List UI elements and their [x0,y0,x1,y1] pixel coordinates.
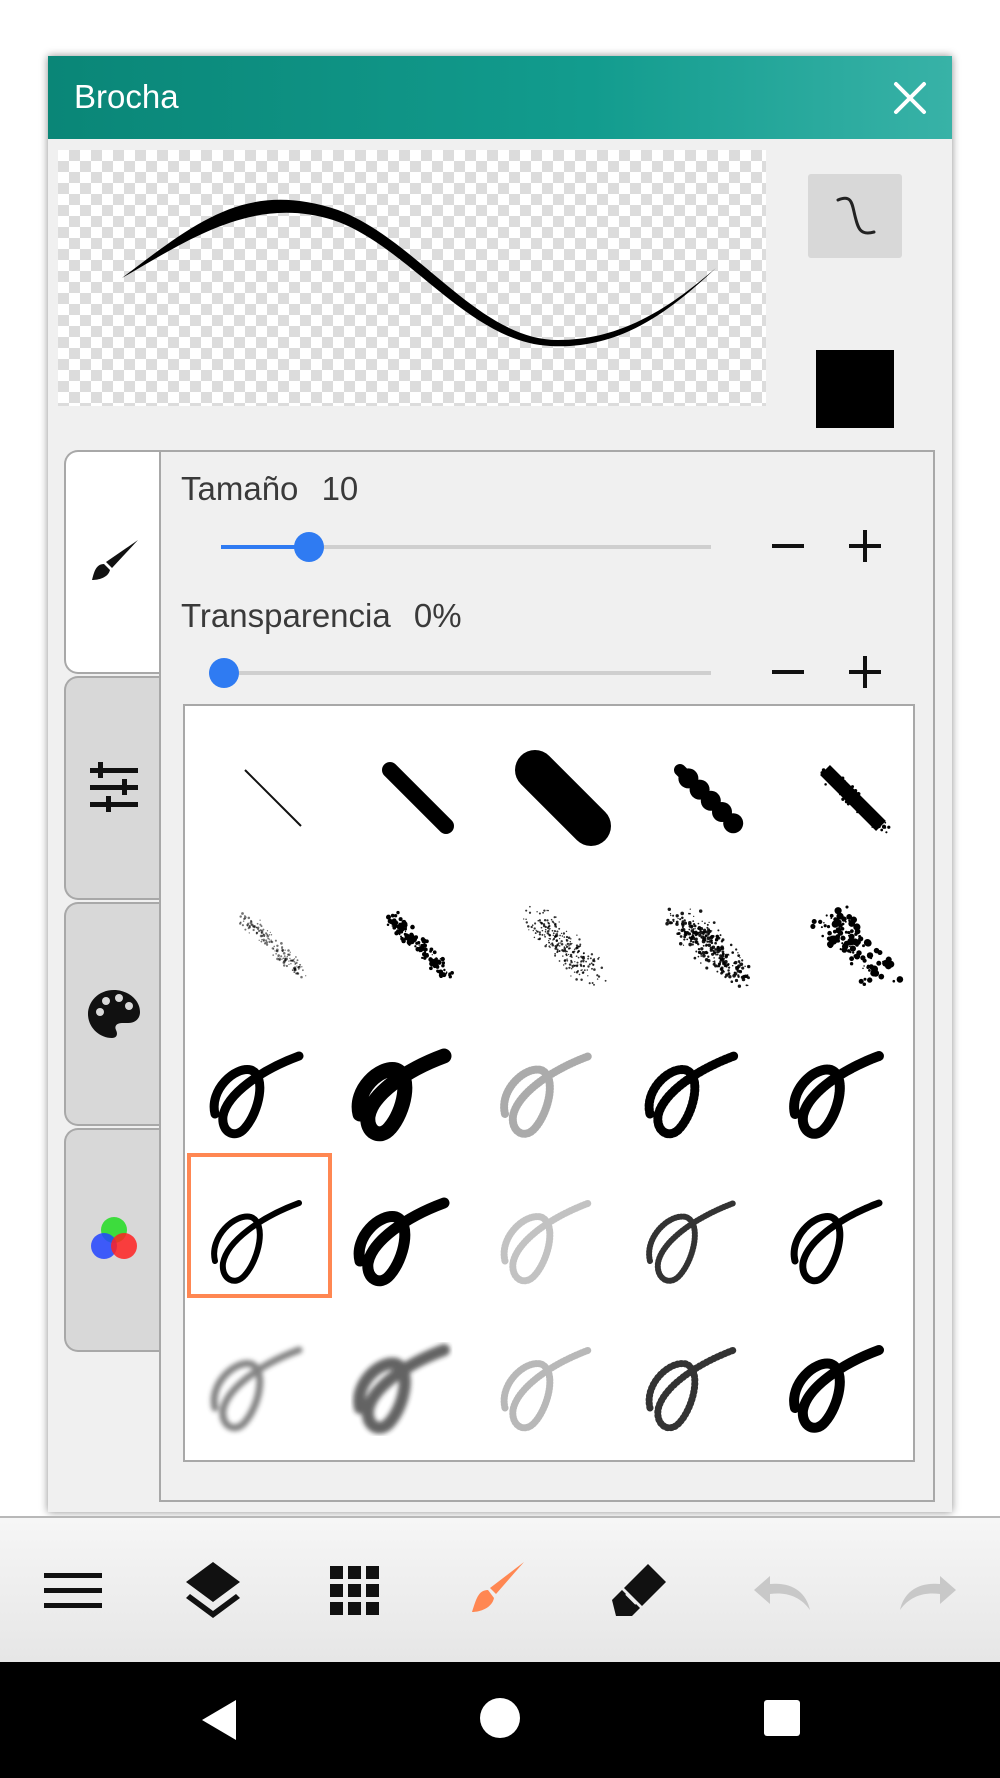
brush-preset-cell[interactable] [622,712,767,857]
brush-stroke-sample [790,1199,883,1285]
brush-stroke-sample [789,1051,884,1139]
dialog-title: Brocha [74,78,179,115]
transparency-slider-track [209,671,711,675]
brush-stroke-sample [353,1344,450,1434]
brush-stroke-sample [210,1346,303,1432]
brush-preset-cell[interactable] [767,1153,912,1298]
grid-icon[interactable] [320,1556,390,1626]
brush-preset-cell[interactable] [332,859,477,1004]
brush-stroke-sample [386,910,454,979]
size-decrease-button[interactable] [766,524,810,568]
brush-stroke-sample [515,750,611,846]
brush-preset-cell[interactable] [187,1300,332,1445]
brush-preset-cell[interactable] [187,859,332,1004]
brush-preset-cell[interactable] [187,1006,332,1151]
brush-preset-grid [183,704,915,1462]
brush-preset-cell[interactable] [477,1300,622,1445]
title-bar: Brocha [48,56,952,139]
brush-tool-icon[interactable] [462,1556,532,1626]
undo-icon[interactable] [748,1556,818,1626]
transparency-label: Transparencia [181,597,391,634]
transparency-label-row: Transparencia 0% [181,597,462,635]
tab-brush[interactable] [64,450,160,674]
size-slider-thumb[interactable] [294,532,325,562]
brush-preset-cell[interactable] [622,859,767,1004]
tab-color-mixer[interactable] [64,1128,160,1352]
brush-preset-cell[interactable] [332,712,477,857]
brush-stroke-sample [209,1051,304,1139]
layers-icon[interactable] [178,1556,248,1626]
system-nav-bar [0,1662,1000,1778]
home-icon[interactable] [478,1696,522,1740]
brush-preset-cell[interactable] [767,859,912,1004]
size-increase-button[interactable] [843,524,887,568]
transparency-decrease-button[interactable] [766,650,810,694]
brush-preset-cell[interactable] [332,1006,477,1151]
brush-preset-cell[interactable] [477,1006,622,1151]
brush-color-swatch[interactable] [816,350,894,428]
brush-preset-cell[interactable] [332,1153,477,1298]
brush-stroke-sample [523,905,607,986]
brush-stroke-sample [382,762,454,834]
brush-stroke-sample [665,907,751,988]
brush-dialog: Brocha Tamaño 10 Transparencia 0% [48,56,952,1512]
brush-preset-cell[interactable] [477,1153,622,1298]
recents-icon[interactable] [762,1698,802,1738]
menu-icon[interactable] [38,1556,108,1626]
size-slider[interactable] [221,532,711,562]
brush-stroke-sample [500,1052,593,1138]
brush-preset-cell[interactable] [622,1153,767,1298]
brush-preset-cell[interactable] [332,1300,477,1445]
brush-stroke-sample [351,1048,452,1142]
brush-preset-cell[interactable] [767,1006,912,1151]
back-icon[interactable] [198,1696,242,1744]
tune-icon [90,762,138,812]
brush-preset-cell[interactable] [477,859,622,1004]
brush-settings-panel: Tamaño 10 Transparencia 0% [159,450,935,1502]
transparency-slider-thumb[interactable] [209,658,239,688]
brush-icon [92,540,138,580]
brush-preset-cell[interactable] [767,712,912,857]
size-label-row: Tamaño 10 [181,470,358,508]
transparency-value: 0% [413,597,462,634]
brush-stroke-sample [211,1200,302,1284]
close-icon[interactable] [890,78,930,118]
brush-preset-cell[interactable] [767,1300,912,1445]
transparency-increase-button[interactable] [843,650,887,694]
palette-icon [88,990,140,1038]
tab-palette[interactable] [64,902,160,1126]
brush-preset-cell[interactable] [622,1006,767,1151]
size-value: 10 [321,470,359,507]
stroke-preview [58,150,766,406]
brush-stroke-sample [644,1051,739,1139]
brush-stroke-sample [674,764,744,834]
brush-preset-cell[interactable] [187,712,332,857]
redo-icon[interactable] [892,1556,962,1626]
tab-adjustments[interactable] [64,676,160,900]
curve-icon [836,196,876,235]
brush-stroke-sample [500,1199,593,1285]
transparency-slider[interactable] [209,658,711,688]
brush-preset-cell[interactable] [477,712,622,857]
pressure-curve-button[interactable] [808,174,902,258]
brush-stroke-sample [645,1346,738,1432]
brush-stroke-sample [646,1200,737,1284]
brush-stroke-sample [500,1346,593,1432]
brush-stroke-sample [353,1197,450,1287]
brush-stroke-sample [810,905,904,987]
eraser-icon[interactable] [604,1556,674,1626]
brush-stroke-sample [820,765,891,834]
brush-preset-selected[interactable] [187,1153,332,1298]
bottom-toolbar [0,1516,1000,1662]
size-label: Tamaño [181,470,299,507]
brush-stroke-sample [239,912,307,979]
brush-preset-cell[interactable] [622,1300,767,1445]
rgb-circles-icon [91,1217,137,1259]
brush-stroke-sample [244,769,302,827]
preview-stroke [122,199,716,347]
brush-stroke-sample [789,1345,884,1433]
